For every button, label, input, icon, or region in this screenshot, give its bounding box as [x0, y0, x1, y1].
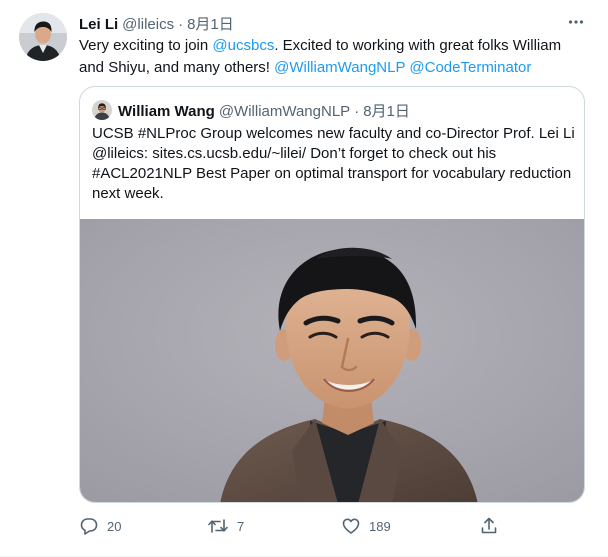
mention-codeterminator[interactable]: @CodeTerminator [409, 59, 531, 76]
heart-icon [342, 518, 360, 534]
author-name[interactable]: Lei Li [79, 16, 118, 33]
quoted-tweet-date[interactable]: 8月1日 [363, 100, 410, 121]
retweet-count: 7 [237, 518, 245, 534]
more-horizontal-icon [568, 20, 584, 24]
quoted-tweet[interactable]: William Wang @WilliamWangNLP · 8月1日 UCSB… [79, 86, 585, 503]
mention-ucsbcs[interactable]: @ucsbcs [212, 37, 274, 54]
reply-count: 20 [107, 518, 122, 534]
like-button[interactable]: 189 [341, 516, 479, 536]
quoted-author-avatar[interactable] [92, 100, 112, 120]
tweet-date[interactable]: 8月1日 [187, 13, 234, 34]
retweet-icon [208, 519, 228, 533]
mention-williamwangnlp[interactable]: @WilliamWangNLP [274, 59, 405, 76]
tweet-header: Lei Li @lileics · 8月1日 [79, 13, 234, 33]
tweet-actions: 20 7 189 [79, 514, 509, 538]
share-button[interactable] [479, 516, 499, 536]
quoted-tweet-header: William Wang @WilliamWangNLP · 8月1日 [118, 100, 410, 120]
quoted-author-name[interactable]: William Wang [118, 103, 215, 120]
more-options-button[interactable] [566, 12, 586, 32]
tweet[interactable]: Lei Li @lileics · 8月1日 Very exciting to … [0, 0, 608, 557]
tweet-text: Very exciting to join @ucsbcs. Excited t… [79, 35, 589, 79]
retweet-button[interactable]: 7 [207, 516, 341, 536]
separator-dot: · [178, 16, 184, 33]
author-avatar[interactable] [19, 13, 67, 61]
reply-icon [80, 518, 98, 535]
portrait-photo[interactable] [80, 219, 584, 502]
share-icon [481, 517, 497, 534]
quoted-separator-dot: · [354, 103, 360, 120]
quoted-author-handle[interactable]: @WilliamWangNLP [219, 103, 350, 120]
author-handle[interactable]: @lileics [122, 16, 174, 33]
reply-button[interactable]: 20 [79, 516, 207, 536]
tweet-text-prefix: Very exciting to join [79, 37, 213, 54]
quoted-tweet-text: UCSB #NLProc Group welcomes new faculty … [92, 125, 575, 202]
like-count: 189 [369, 518, 391, 534]
